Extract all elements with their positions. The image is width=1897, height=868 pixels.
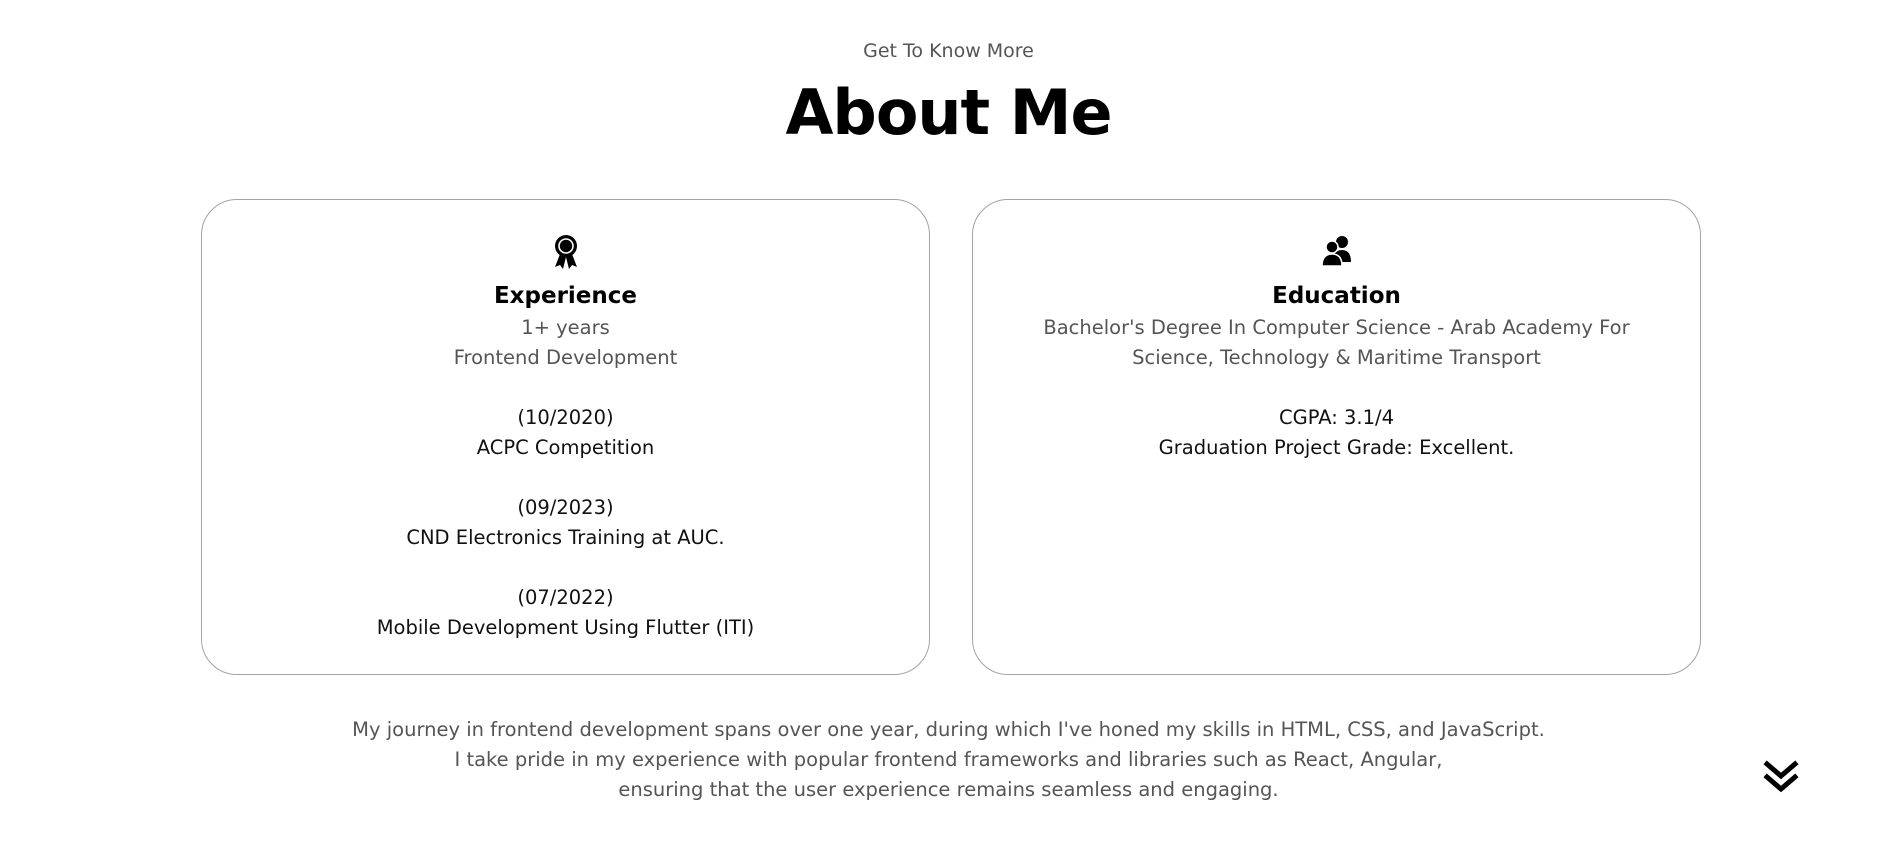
experience-card: Experience 1+ years Frontend Development…	[201, 199, 930, 675]
experience-item-date: (10/2020)	[517, 406, 614, 429]
section-title: About Me	[785, 76, 1112, 149]
about-paragraph-line: My journey in frontend development spans…	[352, 718, 1545, 741]
education-title: Education	[1272, 283, 1401, 309]
about-section: Get To Know More About Me Experience 1+ …	[0, 0, 1897, 868]
education-card: Education Bachelor's Degree In Computer …	[972, 199, 1701, 675]
experience-body: 1+ years Frontend Development (10/2020) …	[242, 313, 889, 643]
award-icon	[202, 234, 929, 270]
users-icon	[973, 234, 1700, 270]
experience-item-date: (09/2023)	[517, 496, 614, 519]
experience-item-label: ACPC Competition	[476, 436, 655, 459]
education-body: Bachelor's Degree In Computer Science - …	[1013, 313, 1660, 463]
experience-title: Experience	[493, 283, 638, 309]
education-degree: Bachelor's Degree In Computer Science - …	[1043, 316, 1630, 339]
education-institution: Science, Technology & Maritime Transport	[1132, 346, 1541, 369]
about-paragraph-line: I take pride in my experience with popul…	[454, 748, 1443, 771]
about-paragraph: My journey in frontend development spans…	[0, 715, 1897, 805]
education-cgpa: CGPA: 3.1/4	[1279, 406, 1394, 429]
section-subtitle: Get To Know More	[863, 40, 1034, 62]
about-paragraph-line: ensuring that the user experience remain…	[618, 778, 1279, 801]
experience-item-label: Mobile Development Using Flutter (ITI)	[376, 616, 755, 639]
experience-years: 1+ years	[521, 316, 610, 339]
experience-field: Frontend Development	[453, 346, 678, 369]
experience-item-date: (07/2022)	[517, 586, 614, 609]
education-project-grade: Graduation Project Grade: Excellent.	[1158, 436, 1515, 459]
double-chevron-down-icon[interactable]	[1763, 760, 1799, 794]
experience-item-label: CND Electronics Training at AUC.	[406, 526, 725, 549]
